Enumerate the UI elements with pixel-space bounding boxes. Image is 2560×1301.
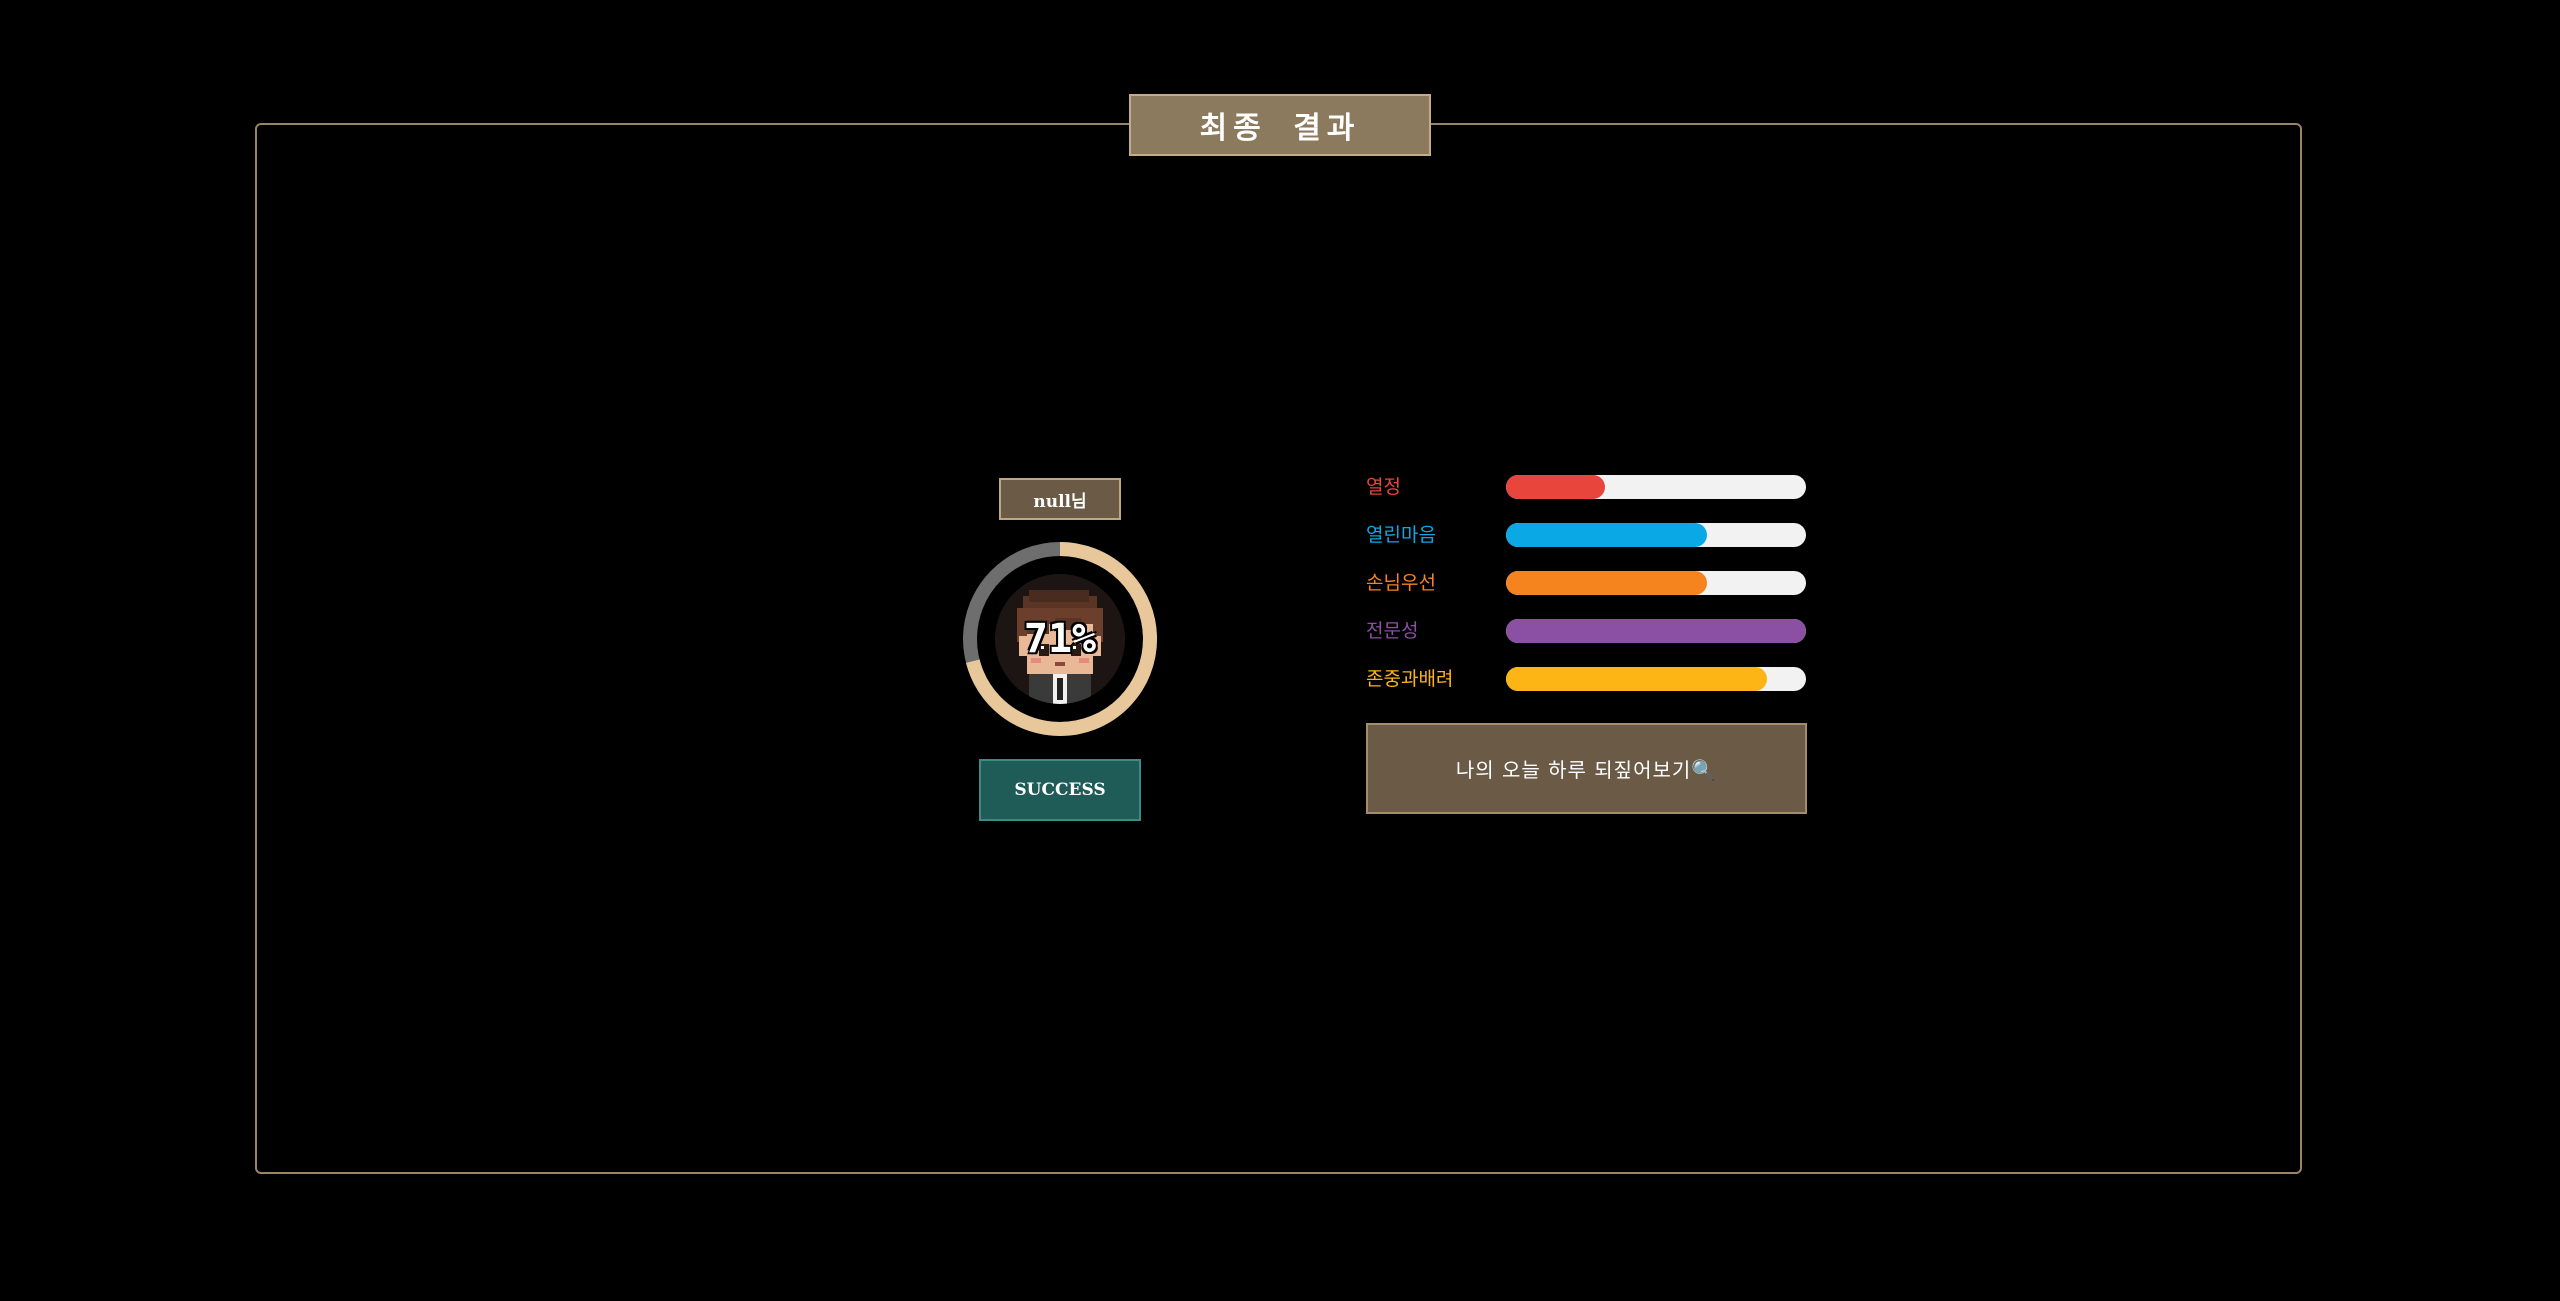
page-title: 최종 결과 xyxy=(1129,94,1431,156)
stat-bar-track xyxy=(1506,571,1806,595)
stat-bar-track xyxy=(1506,619,1806,643)
stat-bar-fill xyxy=(1506,475,1605,499)
stat-bar-fill xyxy=(1506,523,1707,547)
stat-label: 손님우선 xyxy=(1366,572,1436,594)
stat-row: 손님우선 xyxy=(1366,570,1808,596)
stat-bar-track xyxy=(1506,667,1806,691)
score-ring: 71% xyxy=(959,538,1161,740)
score-percent: 71% xyxy=(1023,616,1097,662)
stat-row: 열정 xyxy=(1366,474,1808,500)
stat-bar-fill xyxy=(1506,619,1806,643)
stat-bar-fill xyxy=(1506,667,1767,691)
stat-label: 존중과배려 xyxy=(1366,668,1454,690)
stat-row: 전문성 xyxy=(1366,618,1808,644)
stat-label: 열린마음 xyxy=(1366,524,1436,546)
reflect-day-button[interactable]: 나의 오늘 하루 되짚어보기🔍 xyxy=(1366,723,1807,814)
stat-bar-track xyxy=(1506,523,1806,547)
stat-row: 열린마음 xyxy=(1366,522,1808,548)
stat-bar-fill xyxy=(1506,571,1707,595)
stat-label: 전문성 xyxy=(1366,620,1419,642)
result-frame xyxy=(255,123,2302,1174)
success-status-button[interactable]: SUCCESS xyxy=(979,759,1141,821)
stat-bar-track xyxy=(1506,475,1806,499)
player-name-badge: null님 xyxy=(999,478,1121,520)
stat-row: 존중과배려 xyxy=(1366,666,1808,692)
stat-label: 열정 xyxy=(1366,476,1401,498)
